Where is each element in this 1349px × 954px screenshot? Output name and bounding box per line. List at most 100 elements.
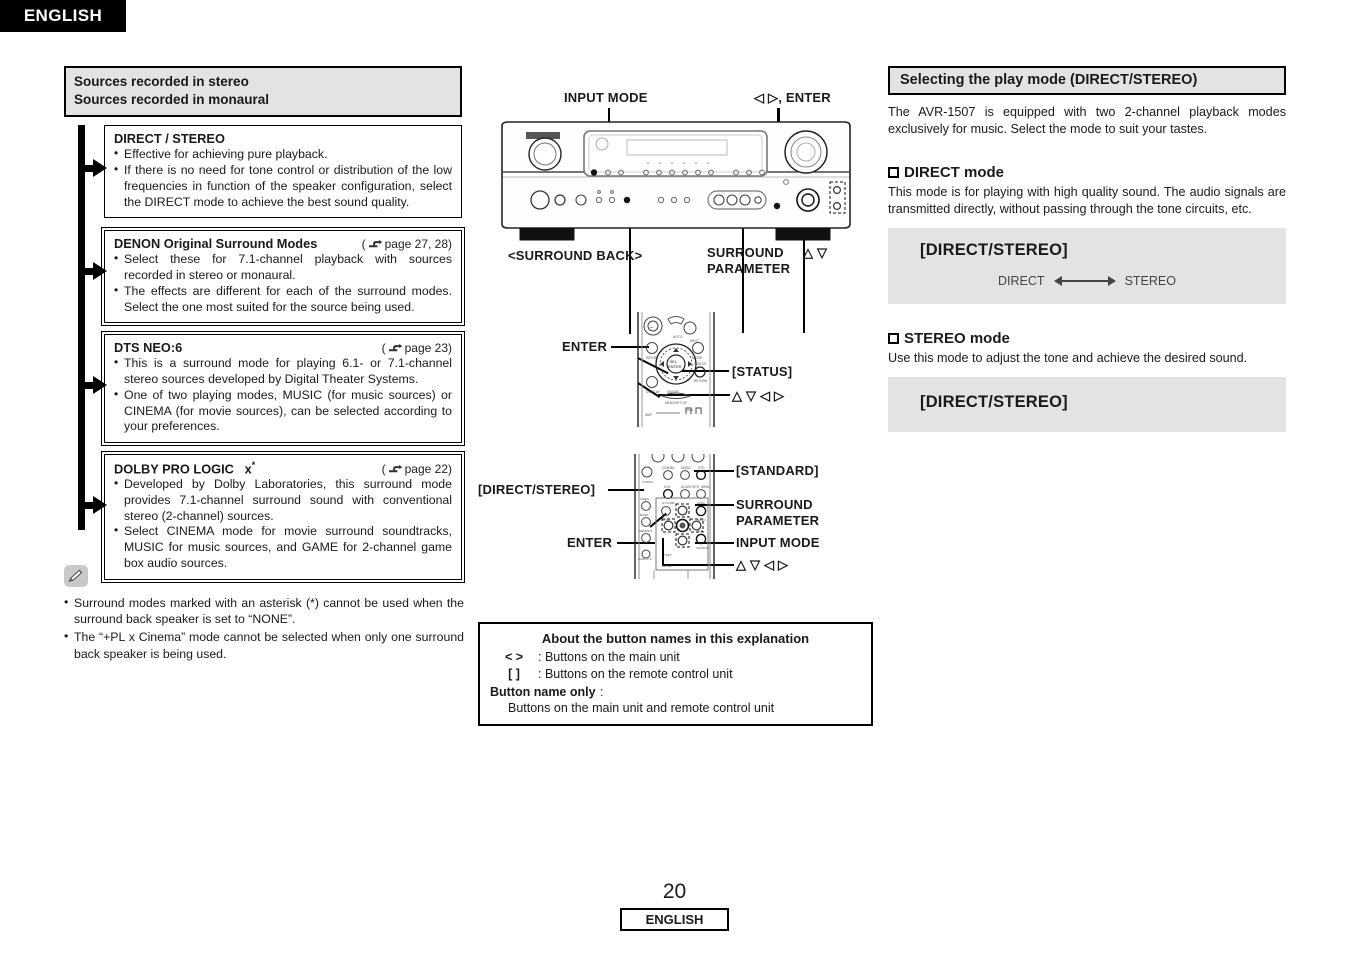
mode-box-denon-original: DENON Original Surround Modes ( page 27,… bbox=[101, 227, 465, 327]
mode-title-text: DOLBY PRO LOGIC x* bbox=[114, 460, 255, 476]
about-button-names-box: About the button names in this explanati… bbox=[478, 622, 873, 726]
about-row-symbol: [ ] bbox=[508, 666, 520, 681]
svg-text:CH SEL: CH SEL bbox=[662, 564, 673, 568]
surround-parameter-line1: SURROUND bbox=[707, 245, 784, 260]
svg-text:SURR.F.X: SURR.F.X bbox=[638, 557, 652, 561]
about-bold-label: Button name only bbox=[490, 684, 596, 699]
section-heading: Selecting the play mode (DIRECT/STEREO) bbox=[888, 66, 1286, 95]
about-row-symbol: < > bbox=[504, 650, 524, 664]
mode-branch: DIRECT / STEREO Effective for achieving … bbox=[64, 125, 464, 219]
checkbox-square-icon bbox=[888, 333, 899, 344]
language-tab: ENGLISH bbox=[0, 0, 126, 32]
pointing-hand-icon bbox=[368, 239, 382, 248]
svg-text:MODE: MODE bbox=[692, 356, 703, 360]
svg-text:–: – bbox=[650, 325, 654, 331]
page-reference-text: page 22) bbox=[404, 462, 452, 477]
remote2-surround-parameter-line2: PARAMETER bbox=[736, 512, 820, 528]
section-intro-paragraph: The AVR-1507 is equipped with two 2-chan… bbox=[888, 105, 1286, 136]
mode-tree: DIRECT / STEREO Effective for achieving … bbox=[64, 125, 465, 583]
mode-bullet: The effects are different for each of th… bbox=[114, 283, 452, 315]
svg-text:DISPLAY: DISPLAY bbox=[646, 390, 661, 394]
branch-arrow-icon bbox=[78, 495, 108, 514]
svg-text:CINEMA: CINEMA bbox=[662, 466, 675, 470]
mode-title-asterisk: * bbox=[251, 459, 256, 470]
svg-text:STATUS: STATUS bbox=[694, 362, 706, 366]
svg-text:RETURN: RETURN bbox=[694, 379, 708, 383]
mode-bullets: This is a surround mode for playing 6.1-… bbox=[114, 355, 452, 435]
label-remote2-surround-parameter: SURROUND PARAMETER bbox=[736, 497, 819, 528]
mode-title-text: DENON Original Surround Modes bbox=[114, 236, 318, 252]
sources-header: Sources recorded in stereo Sources recor… bbox=[64, 66, 462, 118]
about-row-desc: : Buttons on the remote control unit bbox=[538, 666, 733, 681]
sources-header-line2: Sources recorded in monaural bbox=[74, 92, 270, 108]
label-surround-parameter: SURROUND PARAMETER bbox=[707, 245, 790, 276]
remote-diagram-1: ENTER [STATUS] △ ▽ ◁ ▷ – AUTO NEXT SETUP bbox=[478, 312, 878, 432]
page-number: 20 bbox=[662, 880, 687, 903]
remote-control-graphic-2: CINEMA MUSIC STD TUNING D.M DOLBY/DTS ME… bbox=[634, 454, 715, 579]
svg-text:MUSIC: MUSIC bbox=[681, 466, 692, 470]
remote-control-graphic-1: – AUTO NEXT SETUP MODE SEL ENTER STATUS bbox=[637, 312, 715, 427]
notes-section: Surround modes marked with an asterisk (… bbox=[64, 565, 464, 664]
svg-text:STD: STD bbox=[698, 466, 705, 470]
checkbox-square-icon bbox=[888, 167, 899, 178]
mode-bullets: Effective for achieving pure playback. I… bbox=[114, 146, 452, 210]
mode-title-main: DOLBY PRO LOGIC bbox=[114, 461, 234, 477]
about-box-row: [ ] : Buttons on the remote control unit bbox=[490, 666, 861, 683]
label-input-mode: INPUT MODE bbox=[564, 90, 648, 105]
direct-panel-title: [DIRECT/STEREO] bbox=[920, 241, 1068, 259]
label-remote2-input-mode: INPUT MODE bbox=[736, 535, 820, 550]
mode-branch: DTS NEO:6 ( page 23) This is a surround … bbox=[64, 331, 465, 446]
mode-title: DIRECT / STEREO bbox=[114, 131, 452, 146]
label-remote2-direct-stereo: [DIRECT/STEREO] bbox=[478, 482, 596, 497]
mode-bullet: Effective for achieving pure playback. bbox=[114, 146, 452, 163]
mode-box-dts-neo6: DTS NEO:6 ( page 23) This is a surround … bbox=[101, 331, 465, 446]
flow-left-label: DIRECT bbox=[998, 274, 1045, 288]
label-remote2-standard: [STANDARD] bbox=[736, 463, 819, 478]
stereo-mode-body: Use this mode to adjust the tone and ach… bbox=[888, 351, 1248, 365]
pencil-glyph bbox=[68, 569, 83, 582]
svg-text:DOLBY/DTS: DOLBY/DTS bbox=[681, 485, 699, 489]
branch-arrow-icon bbox=[78, 159, 108, 178]
stereo-panel-title: [DIRECT/STEREO] bbox=[920, 393, 1068, 411]
svg-text:SOURCE: SOURCE bbox=[696, 546, 709, 550]
label-surround-back: <SURROUND BACK> bbox=[508, 248, 643, 263]
svg-text:TUNING: TUNING bbox=[642, 480, 654, 484]
label-remote1-enter: ENTER bbox=[562, 339, 608, 354]
direct-mode-heading-text: DIRECT mode bbox=[904, 164, 1005, 181]
double-arrow-icon bbox=[1053, 276, 1116, 286]
middle-column: INPUT MODE ◁ ▷, ENTER <SURROUND BACK> SU… bbox=[478, 90, 878, 584]
page-reference: ( page 27, 28) bbox=[361, 237, 452, 252]
page-reference: ( page 22) bbox=[381, 462, 452, 477]
mode-bullet: Select these for 7.1-channel playback wi… bbox=[114, 251, 452, 283]
remote2-surround-parameter-line1: SURROUND bbox=[736, 497, 813, 512]
svg-text:MENU: MENU bbox=[701, 485, 711, 489]
surround-parameter-line2: PARAMETER bbox=[707, 260, 791, 276]
direct-mode-panel: [DIRECT/STEREO] DIRECT STEREO bbox=[888, 228, 1286, 304]
branch-arrow-icon bbox=[78, 262, 108, 281]
svg-text:PARA: PARA bbox=[697, 501, 705, 505]
branch-arrow-icon bbox=[78, 376, 108, 395]
sources-header-line1: Sources recorded in stereo bbox=[74, 74, 249, 89]
svg-text:SYSTEM: SYSTEM bbox=[662, 501, 675, 505]
remote-diagram-2: [DIRECT/STEREO] [STANDARD] SURROUND PARA… bbox=[478, 454, 878, 584]
svg-text:ENTER: ENTER bbox=[668, 364, 682, 369]
svg-text:DVD: DVD bbox=[687, 408, 694, 412]
svg-text:MENU/SET UP: MENU/SET UP bbox=[665, 401, 687, 405]
label-enter-leftright: ◁ ▷, ENTER bbox=[754, 90, 831, 105]
pointing-hand-icon bbox=[388, 464, 402, 472]
mode-title-text: DTS NEO:6 bbox=[114, 340, 183, 356]
mode-bullet: This is a surround mode for playing 6.1-… bbox=[114, 355, 452, 387]
about-box-bold-row: Button name only : bbox=[490, 683, 861, 701]
receiver-front-panel-graphic bbox=[501, 121, 851, 241]
mode-bullet: One of two playing modes, MUSIC (for mus… bbox=[114, 387, 452, 435]
mode-bullets: Select these for 7.1-channel playback wi… bbox=[114, 251, 452, 315]
note-item: Surround modes marked with an asterisk (… bbox=[64, 594, 464, 627]
pointing-hand-icon bbox=[388, 343, 402, 352]
mode-title: DTS NEO:6 ( page 23) bbox=[114, 340, 452, 355]
label-updown-arrows: △ ▽ bbox=[803, 245, 828, 260]
mode-title: DENON Original Surround Modes ( page 27,… bbox=[114, 236, 452, 251]
label-remote1-cursor: △ ▽ ◁ ▷ bbox=[732, 388, 785, 403]
svg-text:AMP: AMP bbox=[645, 413, 652, 417]
notes-list: Surround modes marked with an asterisk (… bbox=[64, 594, 464, 662]
flow-right-label: STEREO bbox=[1124, 274, 1176, 288]
